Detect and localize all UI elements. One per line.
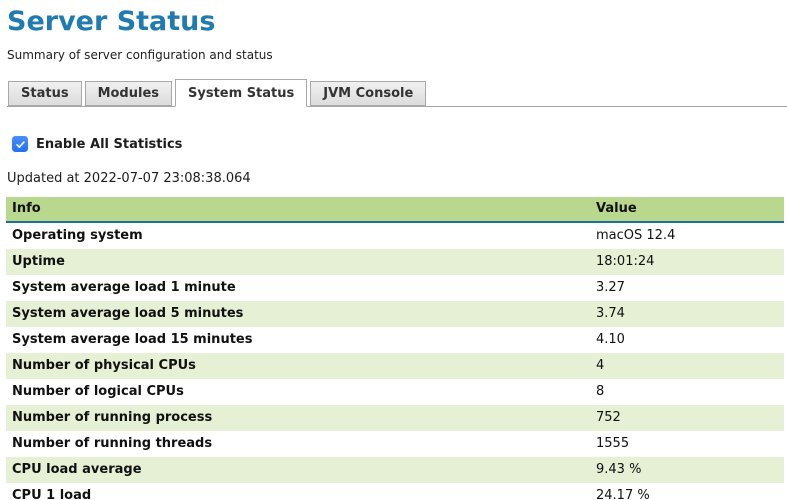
enable-all-statistics-control: Enable All Statistics: [12, 136, 787, 152]
value-cell: 9.43 %: [590, 457, 784, 483]
info-cell: Number of physical CPUs: [6, 353, 590, 379]
table-row: Number of running threads1555: [6, 431, 784, 457]
value-cell: 3.27: [590, 275, 784, 301]
updated-timestamp: Updated at 2022-07-07 23:08:38.064: [7, 171, 787, 186]
info-cell: CPU load average: [6, 457, 590, 483]
table-row: CPU 1 load24.17 %: [6, 483, 784, 500]
check-icon: [15, 139, 26, 150]
table-row: CPU load average9.43 %: [6, 457, 784, 483]
value-cell: 4.10: [590, 327, 784, 353]
table-row: Uptime18:01:24: [6, 249, 784, 275]
info-cell: System average load 15 minutes: [6, 327, 590, 353]
value-cell: 4: [590, 353, 784, 379]
column-header-info: Info: [6, 197, 590, 222]
value-cell: 752: [590, 405, 784, 431]
value-cell: 24.17 %: [590, 483, 784, 500]
value-cell: 18:01:24: [590, 249, 784, 275]
page-title: Server Status: [7, 6, 787, 38]
tab-system-status[interactable]: System Status: [175, 79, 307, 107]
tab-modules[interactable]: Modules: [85, 81, 172, 106]
table-row: Number of logical CPUs8: [6, 379, 784, 405]
value-cell: 3.74: [590, 301, 784, 327]
info-cell: Number of logical CPUs: [6, 379, 590, 405]
page-subtitle: Summary of server configuration and stat…: [7, 48, 787, 62]
table-row: System average load 1 minute3.27: [6, 275, 784, 301]
table-row: Number of running process752: [6, 405, 784, 431]
system-status-table: Info Value Operating systemmacOS 12.4Upt…: [6, 197, 784, 500]
value-cell: 1555: [590, 431, 784, 457]
tab-jvm-console[interactable]: JVM Console: [310, 81, 426, 106]
info-cell: CPU 1 load: [6, 483, 590, 500]
table-row: Operating systemmacOS 12.4: [6, 222, 784, 249]
system-status-table-body: Operating systemmacOS 12.4Uptime18:01:24…: [6, 222, 784, 500]
table-header-row: Info Value: [6, 197, 784, 222]
info-cell: System average load 5 minutes: [6, 301, 590, 327]
server-status-page: Server Status Summary of server configur…: [0, 0, 787, 500]
table-row: System average load 5 minutes3.74: [6, 301, 784, 327]
tab-status[interactable]: Status: [8, 81, 82, 106]
info-cell: Number of running process: [6, 405, 590, 431]
tab-bar: Status Modules System Status JVM Console: [7, 80, 787, 107]
table-row: Number of physical CPUs4: [6, 353, 784, 379]
enable-all-statistics-checkbox[interactable]: [12, 136, 28, 152]
value-cell: macOS 12.4: [590, 222, 784, 249]
info-cell: Uptime: [6, 249, 590, 275]
column-header-value: Value: [590, 197, 784, 222]
info-cell: Operating system: [6, 222, 590, 249]
enable-all-statistics-label[interactable]: Enable All Statistics: [36, 137, 182, 152]
info-cell: System average load 1 minute: [6, 275, 590, 301]
table-row: System average load 15 minutes4.10: [6, 327, 784, 353]
value-cell: 8: [590, 379, 784, 405]
info-cell: Number of running threads: [6, 431, 590, 457]
